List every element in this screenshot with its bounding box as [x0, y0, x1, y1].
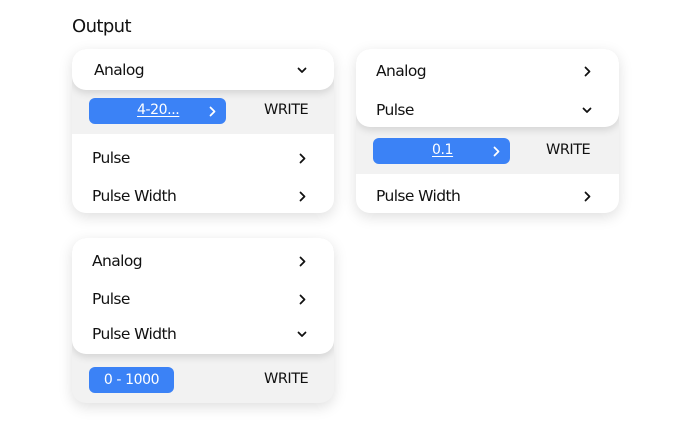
write-button[interactable]: WRITE — [264, 102, 309, 118]
options-header: Analog Pulse Pulse Width — [72, 238, 334, 354]
pulse-row[interactable]: Pulse — [92, 144, 308, 172]
pulse-width-row[interactable]: Pulse Width — [376, 182, 593, 210]
analog-label: Analog — [92, 252, 143, 270]
chevron-right-icon — [493, 145, 500, 161]
analog-header[interactable]: Analog — [72, 49, 334, 90]
page-title: Output — [72, 16, 132, 37]
collapsed-options: Pulse Width — [356, 174, 619, 213]
chevron-down-icon — [296, 328, 308, 340]
chevron-right-icon — [296, 255, 308, 267]
pulse-width-label: Pulse Width — [92, 187, 177, 205]
collapsed-options: Pulse Pulse Width — [72, 134, 334, 213]
analog-row[interactable]: Analog — [376, 57, 593, 85]
value-text: 0.1 — [432, 142, 454, 158]
pulse-row[interactable]: Pulse — [376, 96, 593, 124]
analog-label: Analog — [94, 61, 145, 79]
pulse-width-row[interactable]: Pulse Width — [92, 320, 308, 348]
pulse-row[interactable]: Pulse — [92, 285, 308, 313]
analog-row[interactable]: Analog — [92, 247, 308, 275]
chevron-right-icon — [581, 190, 593, 202]
chevron-right-icon — [581, 65, 593, 77]
write-button[interactable]: WRITE — [546, 142, 591, 158]
chevron-down-icon — [581, 104, 593, 116]
analog-label: Analog — [376, 62, 427, 80]
chevron-right-icon — [296, 190, 308, 202]
value-select-button[interactable]: 4-20... — [89, 98, 226, 124]
value-text: 4-20... — [137, 102, 180, 118]
pulse-label: Pulse — [92, 290, 130, 308]
pulse-width-row[interactable]: Pulse Width — [92, 182, 308, 210]
pulse-width-label: Pulse Width — [376, 187, 461, 205]
output-card-analog: Analog 4-20... WRITE Pulse Pulse Width — [72, 49, 334, 213]
chevron-right-icon — [296, 152, 308, 164]
pulse-label: Pulse — [92, 149, 130, 167]
output-card-pulse-width: Analog Pulse Pulse Width 0 - 1000 WRITE — [72, 238, 334, 403]
value-select-button[interactable]: 0.1 — [373, 138, 510, 164]
pulse-width-label: Pulse Width — [92, 325, 177, 343]
chevron-right-icon — [209, 105, 216, 121]
chevron-down-icon — [296, 64, 308, 76]
output-card-pulse: Analog Pulse 0.1 WRITE Pulse Width — [356, 49, 619, 213]
value-text: 0 - 1000 — [103, 372, 160, 388]
write-button[interactable]: WRITE — [264, 371, 309, 387]
pulse-label: Pulse — [376, 101, 414, 119]
value-range-button[interactable]: 0 - 1000 — [89, 367, 174, 393]
analog-pulse-header: Analog Pulse — [356, 49, 619, 127]
chevron-right-icon — [296, 293, 308, 305]
